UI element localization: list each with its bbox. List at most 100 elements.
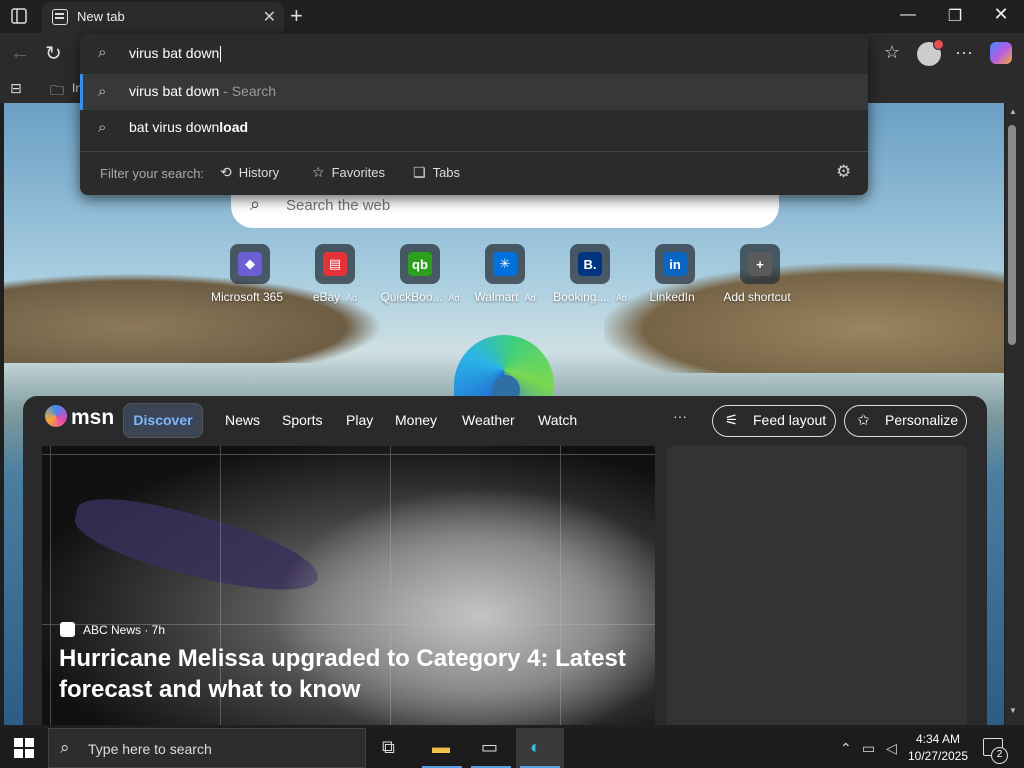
feed-layout-button[interactable]: ⚟ Feed layout — [712, 405, 836, 437]
filter-tabs-button[interactable]: ❏ Tabs — [413, 164, 460, 181]
shortcut-label: QuickBoo... Ad — [380, 290, 460, 304]
system-clock[interactable]: 4:34 AM 10/27/2025 — [905, 731, 971, 765]
task-view-icon: ⧉ — [382, 737, 395, 757]
shortcut-tile[interactable]: + Add shortcut — [715, 244, 805, 304]
taskbar-search[interactable]: ⌕ Type here to search — [48, 728, 366, 768]
personalize-button[interactable]: ✩ Personalize — [844, 405, 967, 437]
more-menu-icon[interactable]: ··· — [955, 42, 973, 63]
ad-badge: Ad — [448, 293, 460, 303]
search-icon: ⌕ — [98, 119, 107, 136]
shortcut-label: Microsoft 365 — [210, 290, 284, 304]
tab-money[interactable]: Money — [395, 412, 437, 428]
ad-badge: Ad — [615, 293, 627, 303]
shortcut-icon: ✳ — [493, 252, 517, 276]
restore-icon[interactable]: ❐ — [932, 6, 978, 26]
gear-icon[interactable]: ⚙ — [836, 162, 851, 182]
edge-taskbar-button[interactable]: ◐ — [516, 728, 564, 768]
shortcut-tile[interactable]: ◆ Microsoft 365 — [205, 244, 295, 304]
address-input[interactable]: virus bat down — [129, 45, 222, 63]
file-explorer-button[interactable]: ▬ — [418, 728, 466, 768]
divider — [80, 151, 868, 152]
notification-badge: 2 — [991, 747, 1008, 764]
shortcut-icon-frame: qb — [400, 244, 440, 284]
tab-news[interactable]: News — [225, 412, 260, 428]
history-icon: ⟲ — [220, 164, 232, 180]
more-tabs-button[interactable]: ··· — [673, 408, 687, 424]
ad-badge: Ad — [524, 293, 536, 303]
back-icon[interactable]: ← — [10, 42, 30, 65]
filter-label: Filter your search: — [100, 166, 205, 181]
abc-news-logo-icon — [60, 622, 75, 637]
tab-close-icon[interactable]: ✕ — [263, 7, 276, 27]
search-icon: ⌕ — [98, 83, 107, 100]
clock-time: 4:34 AM — [915, 732, 961, 746]
terminal-button[interactable]: ▭ — [467, 728, 515, 768]
tab-weather[interactable]: Weather — [462, 412, 515, 428]
msn-logo[interactable]: msn — [71, 406, 114, 430]
shortcut-icon: qb — [408, 252, 432, 276]
shortcut-icon-frame: ✳ — [485, 244, 525, 284]
tab-play[interactable]: Play — [346, 412, 373, 428]
shortcut-tile[interactable]: B. Booking.... Ad — [545, 244, 635, 304]
tab-actions-icon[interactable] — [10, 7, 30, 27]
filter-history-button[interactable]: ⟲ History — [220, 164, 279, 181]
minimize-icon[interactable]: — — [885, 6, 931, 24]
search-icon: ⌕ — [98, 44, 107, 61]
shortcut-tile[interactable]: ▤ eBay Ad — [290, 244, 380, 304]
shortcut-icon: ◆ — [238, 252, 262, 276]
tab-watch[interactable]: Watch — [538, 412, 577, 428]
suggestion-text: virus bat down - Search — [129, 83, 277, 99]
address-bar-dropdown: ⌕ virus bat down ⌕ virus bat down - Sear… — [80, 34, 868, 195]
edge-logo — [454, 335, 554, 405]
search-icon: ⌕ — [60, 738, 70, 757]
volume-muted-icon[interactable]: ◁ — [886, 740, 897, 757]
sparkle-star-icon: ✩ — [857, 412, 870, 429]
shortcut-icon: in — [663, 252, 687, 276]
filter-favorites-button[interactable]: ☆ Favorites — [312, 164, 385, 181]
tab-discover[interactable]: Discover — [123, 403, 203, 438]
shortcut-tile[interactable]: ✳ Walmart Ad — [460, 244, 550, 304]
task-view-button[interactable]: ⧉ — [368, 728, 416, 768]
profile-avatar[interactable] — [917, 39, 944, 66]
feed-layout-label: Feed layout — [753, 412, 827, 428]
tab-new-tab[interactable]: New tab ✕ — [42, 2, 284, 33]
chevron-up-icon[interactable]: ⌃ — [840, 740, 852, 757]
close-window-icon[interactable]: ✕ — [978, 4, 1024, 25]
msn-butterfly-icon — [45, 405, 67, 427]
shortcut-icon-frame: + — [740, 244, 780, 284]
network-icon[interactable]: ▭ — [862, 740, 875, 757]
terminal-icon: ▭ — [481, 737, 499, 757]
shortcut-label: eBay Ad — [312, 290, 358, 304]
news-source: ABC News · 7h — [83, 623, 166, 637]
suggestion-item[interactable]: ⌕ bat virus download — [80, 110, 868, 146]
address-bar[interactable]: ⌕ virus bat down — [80, 34, 868, 72]
new-tab-button[interactable]: + — [290, 3, 303, 29]
tab-sports[interactable]: Sports — [282, 412, 322, 428]
suggestion-item[interactable]: ⌕ virus bat down - Search — [80, 74, 868, 110]
tabs-icon: ❏ — [413, 164, 426, 180]
shortcut-icon-frame: ▤ — [315, 244, 355, 284]
start-button[interactable] — [14, 738, 34, 758]
taskbar: ⌕ Type here to search ⧉ ▬ ▭ ◐ ⌃ ▭ ◁ 4:34… — [0, 728, 1024, 768]
favorites-icon[interactable]: ☆ — [884, 42, 900, 63]
hero-news-card[interactable]: ABC News · 7h Hurricane Melissa upgraded… — [42, 446, 655, 725]
shortcut-icon-frame: in — [655, 244, 695, 284]
shortcut-tile[interactable]: in LinkedIn — [630, 244, 720, 304]
taskbar-search-placeholder: Type here to search — [88, 741, 212, 757]
edge-icon: ◐ — [530, 737, 541, 757]
shortcut-label: Add shortcut — [723, 290, 791, 304]
ad-badge: Ad — [346, 293, 358, 303]
scroll-up-icon[interactable]: ▲ — [1009, 107, 1017, 116]
scroll-down-icon[interactable]: ▼ — [1009, 706, 1017, 715]
new-tab-favicon-icon — [52, 9, 68, 25]
news-headline[interactable]: Hurricane Melissa upgraded to Category 4… — [59, 643, 639, 705]
split-screen-icon[interactable]: ⊟ — [10, 80, 22, 97]
reload-icon[interactable]: ↻ — [45, 41, 62, 66]
copilot-icon[interactable] — [990, 42, 1012, 64]
clock-date: 10/27/2025 — [907, 749, 969, 763]
folder-icon[interactable]: 🗀 — [50, 80, 64, 104]
tab-title: New tab — [77, 9, 125, 24]
shortcut-tile[interactable]: qb QuickBoo... Ad — [375, 244, 465, 304]
shortcut-icon: B. — [578, 252, 602, 276]
scrollbar-thumb[interactable] — [1008, 125, 1016, 345]
